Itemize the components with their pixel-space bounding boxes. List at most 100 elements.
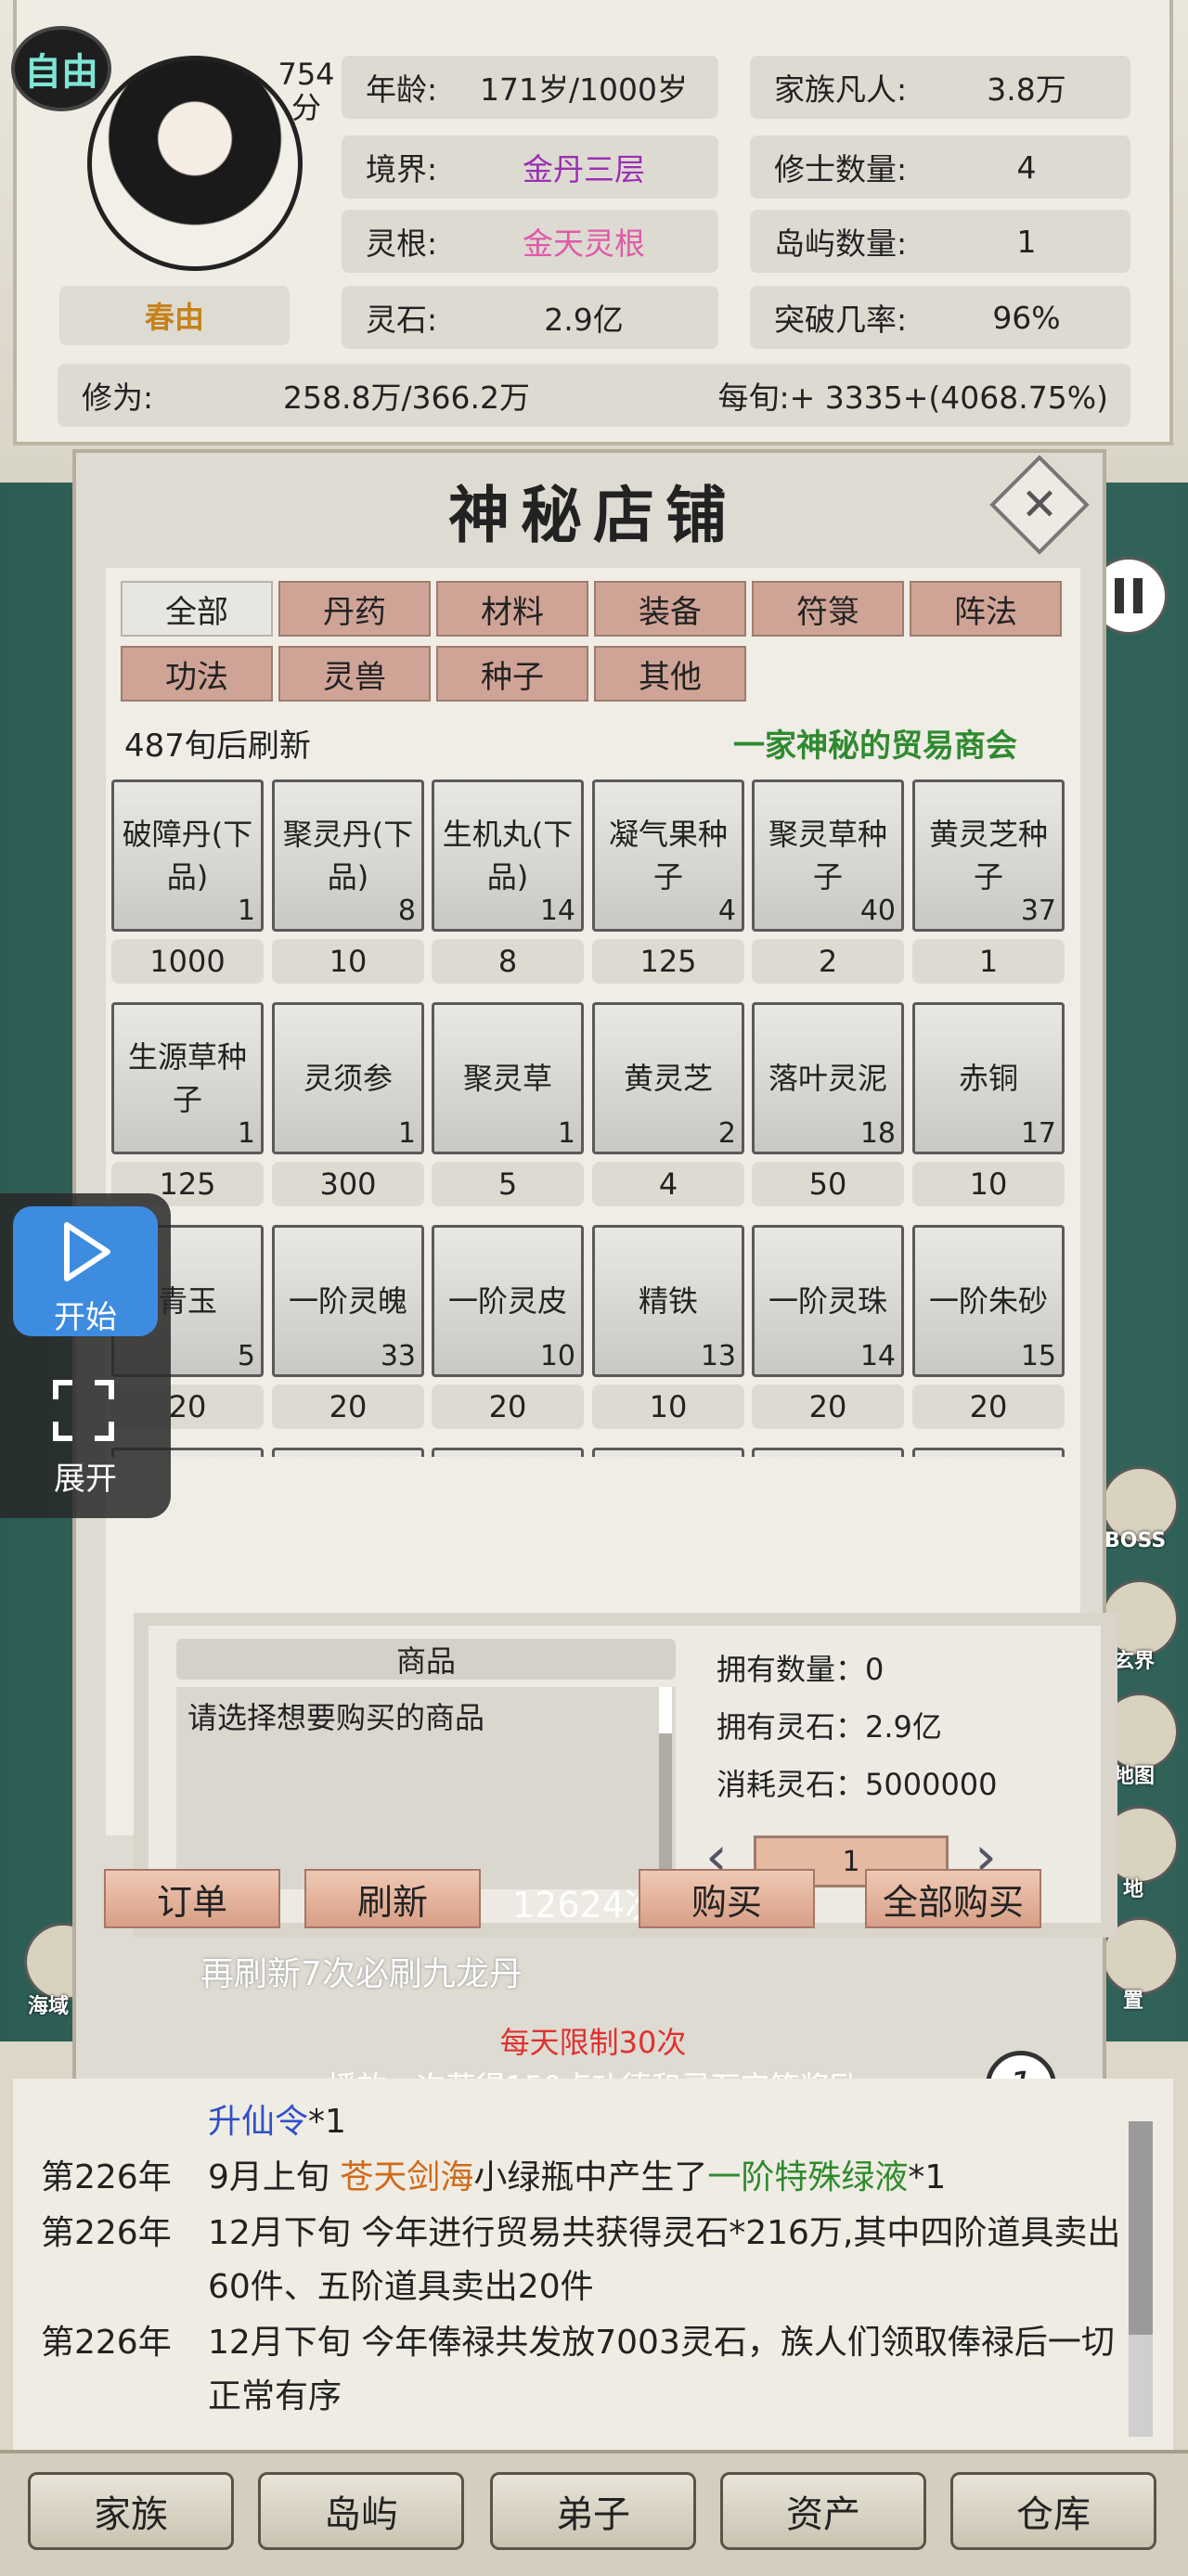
- tab-techniques[interactable]: 功法: [121, 646, 273, 702]
- shop-item-quantity: 10: [539, 1340, 575, 1372]
- tab-materials[interactable]: 材料: [436, 581, 588, 637]
- root-label: 灵根:: [366, 225, 438, 262]
- shop-item-quantity: 15: [1020, 1340, 1056, 1372]
- shop-item[interactable]: 凝气果种子 4: [592, 779, 744, 932]
- cultivation-label: 修为:: [82, 380, 154, 416]
- age-cell: 年龄: 171岁/1000岁: [342, 56, 718, 119]
- age-label: 年龄:: [366, 71, 438, 108]
- shop-item-price: 125: [592, 939, 744, 984]
- shop-item-price: 10: [592, 1385, 744, 1429]
- shop-item-partial[interactable]: [592, 1448, 744, 1457]
- shop-item-price: 10: [272, 939, 424, 984]
- cultivator-cell: 修士数量: 4: [750, 135, 1130, 199]
- event-log: 升仙令*1 第226年 9月上旬 苍天剑海小绿瓶中产生了一阶特殊绿液*1 第22…: [13, 2079, 1173, 2450]
- shop-item[interactable]: 生源草种子 1: [111, 1002, 264, 1154]
- tab-others[interactable]: 其他: [594, 646, 746, 702]
- shop-item[interactable]: 黄灵芝种子 37: [912, 779, 1065, 932]
- realm-cell: 境界: 金丹三层: [342, 135, 718, 199]
- nav-islands[interactable]: 岛屿: [258, 2472, 464, 2550]
- shop-item-quantity: 1: [237, 1117, 255, 1150]
- shop-item-partial[interactable]: [432, 1448, 584, 1457]
- shop-item-partial[interactable]: [912, 1448, 1065, 1457]
- expand-label[interactable]: 展开: [0, 1453, 171, 1499]
- record-start-button[interactable]: 开始: [13, 1206, 158, 1336]
- shop-item[interactable]: 一阶灵珠 14: [752, 1225, 904, 1377]
- order-button[interactable]: 订单: [104, 1869, 280, 1928]
- buy-all-button[interactable]: 全部购买: [865, 1869, 1041, 1928]
- shop-item-name: 凝气果种子: [608, 817, 728, 895]
- tab-talismans[interactable]: 符箓: [752, 581, 904, 637]
- shop-item-partial[interactable]: [752, 1448, 904, 1457]
- goods-placeholder: 请选择想要购买的商品: [187, 1700, 485, 1735]
- log-scroll-thumb[interactable]: [1129, 2121, 1153, 2335]
- tab-equipment[interactable]: 装备: [594, 581, 746, 637]
- nav-warehouse[interactable]: 仓库: [950, 2472, 1156, 2550]
- cultivation-value: 258.8万/366.2万: [282, 380, 531, 416]
- owned-quantity: 拥有数量：0: [717, 1652, 885, 1687]
- log-text: 9月上旬 苍天剑海小绿瓶中产生了一阶特殊绿液*1: [208, 2158, 947, 2196]
- shop-item-partial[interactable]: [272, 1448, 424, 1457]
- shop-item[interactable]: 生机丸(下品) 14: [432, 779, 584, 932]
- refresh-button[interactable]: 刷新: [304, 1869, 481, 1928]
- shop-item[interactable]: 破障丹(下品) 1: [111, 779, 264, 932]
- shop-item-quantity: 13: [700, 1340, 736, 1372]
- shop-item[interactable]: 一阶灵魄 33: [272, 1225, 424, 1377]
- realm-value: 金丹三层: [523, 151, 645, 187]
- score-unit: 分: [291, 90, 321, 125]
- log-text: 12月下旬 今年俸禄共发放7003灵石，族人们领取俸禄后一切正常有序: [208, 2324, 1115, 2415]
- shop-item-name: 聚灵丹(下品): [282, 817, 414, 895]
- nav-family[interactable]: 家族: [28, 2472, 234, 2550]
- log-year: 第226年: [41, 2324, 172, 2362]
- shop-item-name: 破障丹(下品): [122, 817, 253, 895]
- shop-item-quantity: 4: [717, 895, 736, 927]
- shop-item[interactable]: 黄灵芝 2: [592, 1002, 744, 1154]
- shop-item-quantity: 2: [717, 1117, 736, 1150]
- tab-all[interactable]: 全部: [121, 581, 273, 637]
- shop-item-quantity: 8: [397, 895, 416, 927]
- shop-item-price: 20: [272, 1385, 424, 1429]
- shop-item[interactable]: 精铁 13: [592, 1225, 744, 1377]
- map-label: 地图: [1114, 1765, 1156, 1788]
- breakthrough-label: 突破几率:: [774, 302, 908, 338]
- goods-scroll-thumb[interactable]: [659, 1687, 672, 1733]
- shop-item-price: 2: [752, 939, 904, 984]
- shop-item-quantity: 40: [859, 895, 896, 927]
- shop-item-quantity: 1: [557, 1117, 575, 1150]
- score-value: 754: [278, 57, 335, 92]
- shop-item[interactable]: 聚灵丹(下品) 8: [272, 779, 424, 932]
- mystic-realm-label: 玄界: [1114, 1650, 1156, 1673]
- shop-item[interactable]: 一阶灵皮 10: [432, 1225, 584, 1377]
- root-cell: 灵根: 金天灵根: [342, 210, 718, 273]
- island-value: 1: [1016, 223, 1037, 260]
- shop-item[interactable]: 灵须参 1: [272, 1002, 424, 1154]
- shop-item[interactable]: 赤铜 17: [912, 1002, 1065, 1154]
- tab-pills[interactable]: 丹药: [278, 581, 431, 637]
- cultivation-bar: 修为: 258.8万/366.2万 每旬:+ 3335+(4068.75%): [58, 364, 1130, 427]
- nav-disciples[interactable]: 弟子: [490, 2472, 696, 2550]
- shop-item[interactable]: 聚灵草种子 40: [752, 779, 904, 932]
- shop-item[interactable]: 落叶灵泥 18: [752, 1002, 904, 1154]
- shop-item[interactable]: 一阶朱砂 15: [912, 1225, 1065, 1377]
- log-item-name: 升仙令: [208, 2103, 309, 2141]
- stone-value: 2.9亿: [544, 302, 624, 338]
- tab-seeds[interactable]: 种子: [436, 646, 588, 702]
- shop-item[interactable]: 聚灵草 1: [432, 1002, 584, 1154]
- island-label: 岛屿数量:: [774, 225, 908, 262]
- log-year: 第226年: [41, 2214, 172, 2252]
- free-badge: 自由: [11, 26, 111, 111]
- expand-icon[interactable]: [52, 1379, 115, 1442]
- shop-item-price: 50: [752, 1162, 904, 1206]
- record-start-label: 开始: [54, 1299, 117, 1336]
- nav-assets[interactable]: 资产: [720, 2472, 926, 2550]
- goods-list[interactable]: 请选择想要购买的商品: [176, 1687, 676, 1889]
- tab-spirit-beasts[interactable]: 灵兽: [278, 646, 431, 702]
- buy-button[interactable]: 购买: [639, 1869, 815, 1928]
- root-value: 金天灵根: [523, 225, 645, 262]
- shop-item-price: 20: [912, 1385, 1065, 1429]
- shop-item-name: 聚灵草: [462, 1061, 552, 1096]
- tab-formations[interactable]: 阵法: [910, 581, 1062, 637]
- close-icon[interactable]: ✕: [1004, 470, 1075, 540]
- shop-item-price: 1000: [111, 939, 264, 984]
- per-turn-value: 每旬:+ 3335+(4068.75%): [717, 380, 1108, 416]
- shop-inner: 全部 丹药 材料 装备 符箓 阵法 功法 灵兽 种子 其他 487旬后刷新 一家…: [106, 568, 1117, 1938]
